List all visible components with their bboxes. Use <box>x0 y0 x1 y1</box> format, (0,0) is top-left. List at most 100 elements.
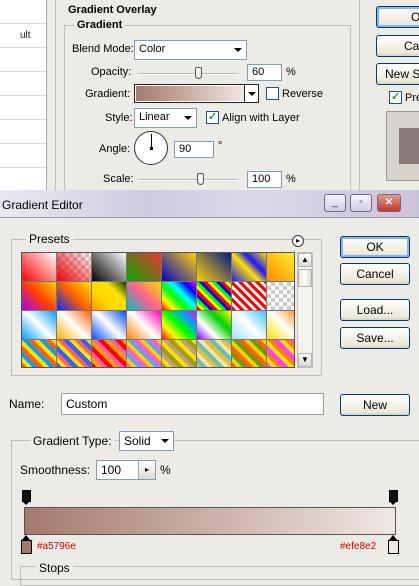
smoothness-input[interactable]: 100 ▸ <box>96 460 156 480</box>
scale-slider-track[interactable] <box>138 179 238 181</box>
minimize-icon[interactable]: _ <box>324 194 346 212</box>
list-item[interactable] <box>0 144 46 168</box>
angle-value: 90 <box>179 143 192 155</box>
preset-swatch[interactable] <box>92 311 126 339</box>
scale-input[interactable]: 100 <box>247 171 282 188</box>
styles-list: ult <box>0 0 47 190</box>
reverse-label: Reverse <box>282 88 323 100</box>
opacity-slider-thumb[interactable] <box>195 67 202 79</box>
preset-swatch[interactable] <box>127 282 161 310</box>
chevron-down-icon <box>161 439 169 443</box>
save-button[interactable]: Save... <box>340 327 410 349</box>
angle-input[interactable]: 90 <box>174 141 214 158</box>
scroll-down-button[interactable]: ▼ <box>298 353 312 367</box>
maximize-icon[interactable]: ▫ <box>350 194 372 212</box>
preset-swatch[interactable] <box>127 311 161 339</box>
gradient-preview[interactable] <box>136 86 244 101</box>
gradient-picker[interactable] <box>134 84 259 103</box>
degree-sign: ° <box>218 140 223 152</box>
preset-swatch[interactable] <box>267 311 294 339</box>
presets-grid <box>21 252 295 368</box>
list-item[interactable] <box>0 0 46 24</box>
color-stop-left[interactable] <box>21 535 32 554</box>
smoothness-stepper-arrow-icon[interactable]: ▸ <box>138 461 155 479</box>
preset-swatch[interactable] <box>162 253 196 281</box>
preset-swatch[interactable] <box>162 340 196 367</box>
preset-swatch[interactable] <box>232 340 266 367</box>
preset-swatch[interactable] <box>127 340 161 367</box>
opacity-input[interactable]: 60 <box>247 64 282 81</box>
preset-swatch[interactable] <box>197 282 231 310</box>
layer-style-cancel-button[interactable]: Can <box>376 35 419 57</box>
stops-group <box>20 566 419 586</box>
ok-button[interactable]: OK <box>340 236 410 258</box>
opacity-stop-right[interactable] <box>389 490 398 505</box>
preset-swatch[interactable] <box>267 253 294 281</box>
color-stop-left-label: #a5796e <box>37 541 76 552</box>
reverse-checkbox[interactable] <box>266 87 279 100</box>
presets-menu-icon[interactable]: ▸ <box>292 235 304 247</box>
preset-swatch[interactable] <box>57 311 91 339</box>
scale-label: Scale: <box>103 173 134 185</box>
preset-swatch[interactable] <box>92 253 126 281</box>
preset-swatch[interactable] <box>92 340 126 367</box>
gradient-bar[interactable] <box>24 507 396 535</box>
opacity-stop-left[interactable] <box>22 490 31 505</box>
preset-swatch[interactable] <box>22 282 56 310</box>
blend-mode-value: Color <box>139 43 166 55</box>
close-icon[interactable]: ✕ <box>377 194 401 212</box>
preset-swatch[interactable] <box>232 282 266 310</box>
preset-swatch[interactable] <box>57 253 91 281</box>
preset-swatch[interactable] <box>57 282 91 310</box>
list-item[interactable]: ult <box>0 24 46 48</box>
preset-swatch[interactable] <box>267 340 294 367</box>
style-select[interactable]: Linear <box>134 108 197 128</box>
preview-checkbox[interactable] <box>389 90 402 104</box>
preset-swatch[interactable] <box>197 311 231 339</box>
preset-swatch[interactable] <box>22 311 56 339</box>
preset-swatch[interactable] <box>197 253 231 281</box>
preset-swatch[interactable] <box>57 340 91 367</box>
presets-label: Presets <box>26 232 73 246</box>
angle-dial[interactable] <box>134 131 168 165</box>
color-stop-right[interactable] <box>388 535 399 554</box>
gradient-label: Gradient: <box>85 88 131 100</box>
subsection-title: Gradient <box>74 19 126 31</box>
preset-swatch[interactable] <box>22 253 56 281</box>
new-style-button[interactable]: New S <box>376 63 419 85</box>
list-item[interactable] <box>0 96 46 120</box>
preset-swatch[interactable] <box>162 282 196 310</box>
layer-style-ok-button[interactable]: O <box>376 6 419 28</box>
chevron-down-icon <box>248 92 256 96</box>
smoothness-value: 100 <box>101 463 122 477</box>
preset-swatch[interactable] <box>232 253 266 281</box>
opacity-value: 60 <box>252 66 265 78</box>
preset-swatch[interactable] <box>127 253 161 281</box>
presets-scrollbar[interactable]: ▲ ▼ <box>297 252 313 368</box>
align-with-layer-checkbox[interactable] <box>206 110 219 124</box>
load-button[interactable]: Load... <box>340 299 410 321</box>
preset-swatch[interactable] <box>92 282 126 310</box>
gradient-type-select[interactable]: Solid <box>119 431 174 451</box>
chevron-down-icon <box>184 116 192 120</box>
name-input[interactable]: Custom <box>61 393 324 415</box>
window-title: Gradient Editor <box>2 198 83 212</box>
gradient-editor-titlebar[interactable]: Gradient Editor _ ▫ ✕ <box>0 190 419 218</box>
scroll-up-button[interactable]: ▲ <box>298 253 312 267</box>
scale-slider-thumb[interactable] <box>197 173 204 185</box>
new-button[interactable]: New <box>340 394 410 416</box>
preset-swatch[interactable] <box>267 282 294 310</box>
list-item[interactable] <box>0 120 46 144</box>
opacity-slider-track[interactable] <box>138 73 238 75</box>
smoothness-label: Smoothness: <box>20 463 91 477</box>
blend-mode-select[interactable]: Color <box>134 40 247 60</box>
gradient-picker-arrow[interactable] <box>244 85 258 102</box>
scrollbar-thumb[interactable] <box>298 269 312 287</box>
preset-swatch[interactable] <box>162 311 196 339</box>
preset-swatch[interactable] <box>22 340 56 367</box>
cancel-button[interactable]: Cancel <box>340 263 410 285</box>
list-item[interactable] <box>0 72 46 96</box>
preset-swatch[interactable] <box>232 311 266 339</box>
list-item[interactable] <box>0 48 46 72</box>
preset-swatch[interactable] <box>197 340 231 367</box>
